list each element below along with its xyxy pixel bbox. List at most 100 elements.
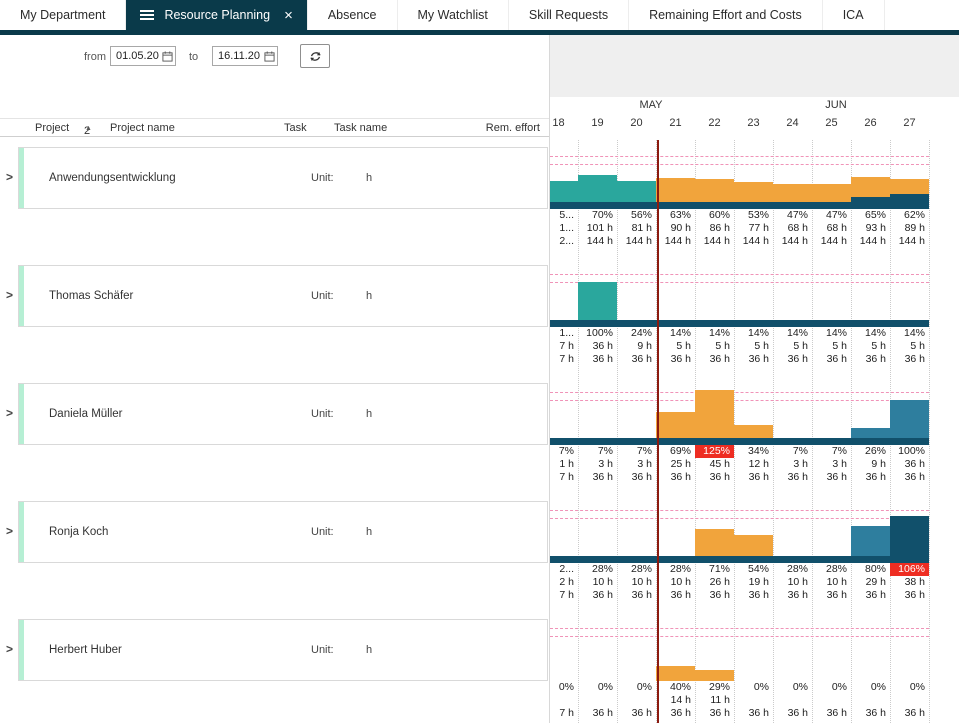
tab-label: Resource Planning [164,8,270,22]
capacity-hours: 144 h [734,235,773,248]
expand-chevron[interactable]: > [6,524,13,538]
capacity-limit-line [550,274,929,275]
capacity-hours: 36 h [656,589,695,602]
col-task-name[interactable]: Task name [334,122,387,134]
load-bar-navy[interactable] [890,516,929,556]
load-bar-orange[interactable] [656,412,695,438]
tab-bar: My Department Resource Planning × AbsenceMy… [0,0,959,30]
booked-baseline-bar [550,556,929,563]
capacity-hours: 36 h [578,707,617,720]
col-project[interactable]: Project [35,122,69,134]
load-hours: 12 h [734,458,773,471]
load-percent: 54% [734,563,773,576]
hours-line: 14 h11 h [550,694,959,707]
calendar-icon[interactable] [264,51,275,62]
load-bar-orange[interactable] [734,182,773,202]
load-bar-orange[interactable] [734,425,773,438]
expand-chevron[interactable]: > [6,288,13,302]
resource-name: Ronja Koch [49,526,108,538]
unit-value: h [366,408,372,420]
to-date-value[interactable] [213,50,264,62]
load-bar-steel[interactable] [851,526,890,556]
capacity-hours: 144 h [695,235,734,248]
load-bar-orange[interactable] [695,179,734,202]
tab-absence[interactable]: Absence [308,0,398,30]
load-bar-orange[interactable] [695,390,734,438]
resource-row[interactable]: Thomas SchäferUnit:h [18,265,548,327]
overload-cell: 125% [695,445,734,458]
calendar-icon[interactable] [162,51,173,62]
tab-skill-requests[interactable]: Skill Requests [509,0,629,30]
resource-row[interactable]: AnwendungsentwicklungUnit:h [18,147,548,209]
utilization-chart [550,266,959,327]
menu-icon[interactable] [140,14,154,16]
capacity-hours: 36 h [578,353,617,366]
unit-value: h [366,526,372,538]
tab-my-watchlist[interactable]: My Watchlist [398,0,509,30]
close-tab-icon[interactable]: × [284,8,293,23]
load-hours: 36 h [578,340,617,353]
load-bar-orange[interactable] [695,670,734,681]
load-bar-orange[interactable] [734,535,773,556]
load-hours: 7 h [549,340,578,353]
load-hours: 10 h [656,576,695,589]
load-bar-orange[interactable] [656,178,695,202]
tab-my-department[interactable]: My Department [0,0,126,30]
load-percent: 7% [578,445,617,458]
load-bar-orange[interactable] [695,529,734,556]
load-bar-teal[interactable] [578,175,617,202]
load-bar-orange[interactable] [851,177,890,197]
row-accent-bar [19,266,24,326]
tab-label: ICA [843,8,864,22]
utilization-chart [550,620,959,681]
expand-chevron[interactable]: > [6,170,13,184]
resource-row[interactable]: Ronja KochUnit:h [18,501,548,563]
load-percent: 2... [549,563,578,576]
resource-row[interactable]: Herbert HuberUnit:h [18,619,548,681]
percent-line: 2...28%28%28%71%54%28%28%80%106% [550,563,959,576]
load-hours: 5 h [851,340,890,353]
sort-asc-icon: ▲ [85,125,92,132]
capacity-limit-line [550,636,929,637]
load-percent: 14% [851,327,890,340]
percent-line: 1...100%24%14%14%14%14%14%14%14% [550,327,959,340]
load-hours: 3 h [773,458,812,471]
load-bar-teal[interactable] [578,282,617,320]
resource-row[interactable]: Daniela MüllerUnit:h [18,383,548,445]
capacity-limit-line [550,164,929,165]
load-bar-teal[interactable] [617,181,656,202]
to-date-input[interactable] [212,46,278,66]
hours-line: 7 h36 h9 h5 h5 h5 h5 h5 h5 h5 h [550,340,959,353]
capacity-hours: 7 h [549,589,578,602]
load-bar-orange[interactable] [656,666,695,681]
load-percent: 100% [578,327,617,340]
load-percent: 80% [851,563,890,576]
col-rem-effort[interactable]: Rem. effort [486,122,540,134]
refresh-button[interactable] [300,44,330,68]
capacity-limit-line [550,518,929,519]
col-project-name[interactable]: Project name [110,122,175,134]
load-bar-orange[interactable] [773,184,812,202]
load-bar-orange[interactable] [812,184,851,202]
load-bar-steel[interactable] [851,428,890,438]
from-date-value[interactable] [111,50,162,62]
col-task[interactable]: Task [284,122,307,134]
tab-resource-planning[interactable]: Resource Planning × [126,0,307,30]
week-label: 18 [549,117,578,129]
percent-line: 7%7%7%69%125%34%7%7%26%100% [550,445,959,458]
load-bar-steel[interactable] [890,400,929,438]
tab-label: My Department [20,8,105,22]
expand-chevron[interactable]: > [6,642,13,656]
load-percent: 47% [773,209,812,222]
tab-remaining-effort-and-costs[interactable]: Remaining Effort and Costs [629,0,823,30]
tab-ica[interactable]: ICA [823,0,885,30]
load-bar-orange[interactable] [890,179,929,194]
expand-chevron[interactable]: > [6,406,13,420]
capacity-limit-line [550,628,929,629]
from-date-input[interactable] [110,46,176,66]
capacity-limit-line [550,156,929,157]
load-bar-navy[interactable] [890,194,929,202]
load-bar-teal[interactable] [549,181,578,202]
booked-baseline-bar [550,202,929,209]
capacity-hours: 36 h [695,589,734,602]
